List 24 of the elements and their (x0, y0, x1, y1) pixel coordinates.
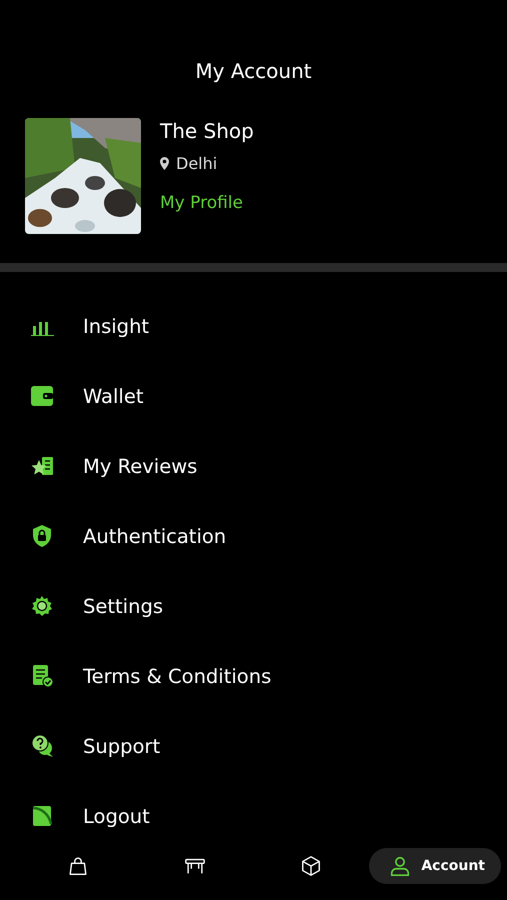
screen-title: My Account (194, 58, 313, 84)
menu-item[interactable]: Wallet (83, 384, 144, 408)
star-icon (30, 454, 54, 478)
shopping-bag-icon (67, 855, 90, 877)
menu-item[interactable]: Support (83, 734, 160, 758)
menu-item[interactable]: Settings (83, 594, 163, 618)
menu-item[interactable]: Authentication (83, 524, 226, 548)
user-icon (389, 855, 412, 877)
help-chat-icon (30, 734, 54, 758)
wallet-icon (30, 384, 54, 408)
settings-icon (30, 594, 54, 618)
menu-item[interactable]: Insight (83, 314, 150, 338)
logout-icon (30, 804, 54, 828)
menu-item[interactable]: Logout (83, 804, 150, 828)
shop-name: The Shop (160, 118, 254, 144)
nav-tab[interactable]: Account (369, 848, 501, 884)
my-profile-link[interactable]: My Profile (160, 193, 254, 213)
shield-lock-icon (30, 524, 54, 548)
document-check-icon (30, 664, 54, 688)
location-pin-icon (160, 157, 169, 170)
box-icon (300, 855, 322, 877)
menu-item[interactable]: My Reviews (83, 454, 198, 478)
location-text: Delhi (176, 154, 218, 173)
menu-item[interactable]: Terms & Conditions (83, 664, 272, 688)
